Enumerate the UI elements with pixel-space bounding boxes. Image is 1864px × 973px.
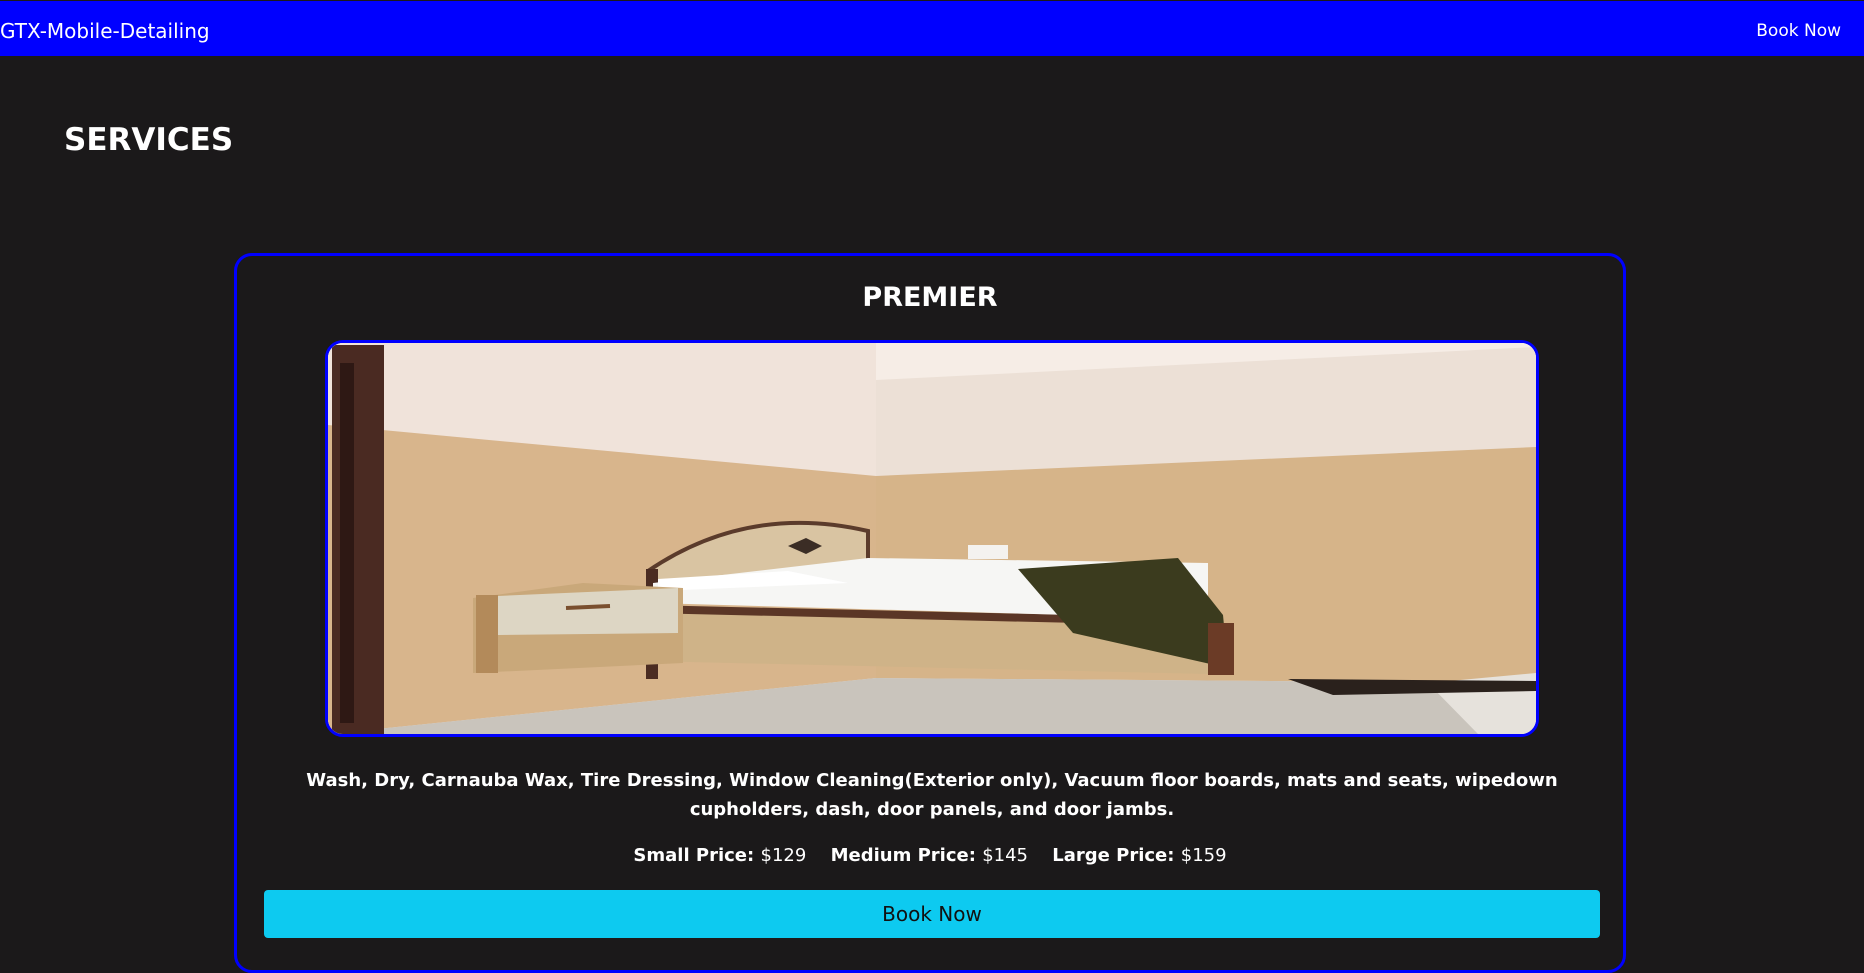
price-value: $159: [1180, 845, 1227, 866]
page-title: SERVICES: [64, 122, 234, 158]
price-value: $129: [760, 845, 807, 866]
price-medium: Medium Price: $145: [831, 845, 1028, 866]
price-label: Small Price:: [633, 845, 755, 866]
price-label: Medium Price:: [830, 845, 976, 866]
brand-link[interactable]: GTX-Mobile-Detailing: [0, 19, 210, 43]
price-small: Small Price: $129: [633, 845, 806, 866]
price-label: Large Price:: [1052, 845, 1175, 866]
top-navbar: GTX-Mobile-Detailing Book Now: [0, 1, 1864, 56]
service-description: Wash, Dry, Carnauba Wax, Tire Dressing, …: [306, 770, 1558, 820]
bedroom-photo: [328, 343, 1536, 734]
price-value: $145: [982, 845, 1029, 866]
price-list: Small Price: $129 Medium Price: $145 Lar…: [237, 843, 1623, 869]
service-title: PREMIER: [862, 282, 998, 313]
price-large: Large Price: $159: [1052, 845, 1226, 866]
nav-book-now-link[interactable]: Book Now: [1756, 20, 1841, 42]
service-image: [325, 340, 1539, 737]
service-card: PREMIER Wash, Dry, Carnauba Wax, Tire Dr…: [234, 253, 1626, 973]
book-now-button[interactable]: Book Now: [264, 890, 1600, 938]
